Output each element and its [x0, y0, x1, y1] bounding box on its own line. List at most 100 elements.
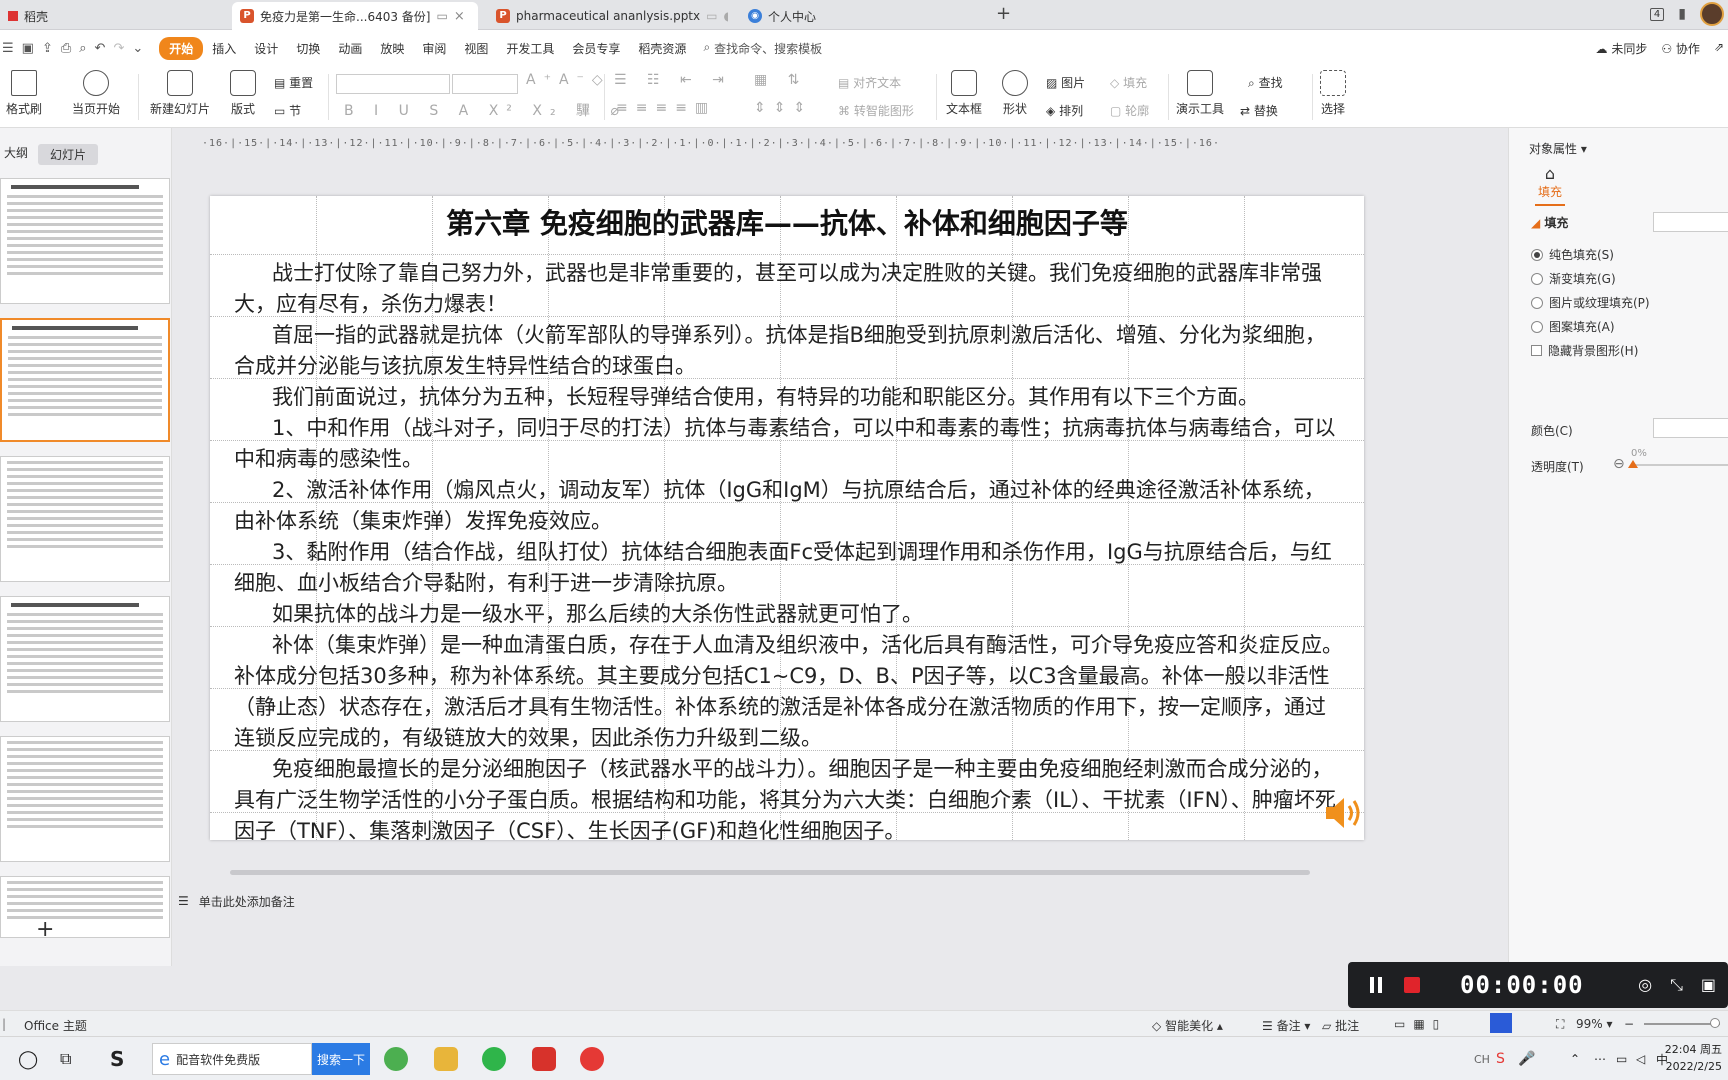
- menu-slideshow[interactable]: 放映: [371, 40, 413, 57]
- slide[interactable]: 第六章 免疫细胞的武器库——抗体、补体和细胞因子等 战士打仗除了靠自己努力外，武…: [210, 196, 1364, 840]
- solid-fill-radio[interactable]: 纯色填充(S): [1531, 246, 1614, 263]
- new-slide-button[interactable]: 新建幻灯片: [150, 70, 210, 117]
- zoom-level[interactable]: 99% ▾: [1576, 1017, 1613, 1031]
- window-icon[interactable]: ▭: [706, 9, 717, 23]
- theme-name[interactable]: Office 主题: [24, 1017, 87, 1034]
- export-icon[interactable]: ⇪: [42, 41, 53, 56]
- menu-animation[interactable]: 动画: [329, 40, 371, 57]
- picture-button[interactable]: ▨ 图片: [1046, 74, 1085, 91]
- redo-icon[interactable]: ↷: [113, 41, 124, 56]
- tab-doc2[interactable]: P pharmaceutical ananlysis.pptx ▭ ●: [488, 2, 728, 30]
- convert-smartart-button[interactable]: ⌘ 转智能图形: [838, 102, 914, 119]
- section-button[interactable]: ▭ 节: [274, 102, 301, 119]
- smart-beautify-button[interactable]: ◇ 智能美化 ▴: [1152, 1017, 1223, 1034]
- textbox-button[interactable]: 文本框: [946, 70, 982, 117]
- start-circle-icon[interactable]: ◯: [18, 1037, 38, 1080]
- minus-icon[interactable]: ⊖: [1613, 456, 1625, 472]
- menu-daoke[interactable]: 稻壳资源: [629, 40, 695, 57]
- print-icon[interactable]: ⎙: [61, 41, 71, 56]
- horizontal-scrollbar[interactable]: [180, 868, 1360, 876]
- find-button[interactable]: ⌕ 查找: [1248, 74, 1283, 91]
- replace-button[interactable]: ⇄ 替换: [1240, 102, 1278, 119]
- pause-button[interactable]: [1370, 977, 1384, 993]
- tab-outline[interactable]: 大纲: [4, 144, 28, 161]
- outline-button[interactable]: ▢ 轮廓: [1110, 102, 1149, 119]
- tray-ch-icon[interactable]: CH: [1474, 1037, 1490, 1080]
- browser-icon[interactable]: [384, 1047, 408, 1071]
- font-size-select[interactable]: [452, 74, 518, 94]
- zoom-thumb[interactable]: [1710, 1018, 1720, 1028]
- tab-slides[interactable]: 幻灯片: [38, 144, 99, 165]
- picture-fill-radio[interactable]: 图片或纹理填充(P): [1531, 294, 1650, 311]
- menu-insert[interactable]: 插入: [203, 40, 245, 57]
- list-buttons[interactable]: ☰ ☷ ⇤ ⇥: [614, 72, 732, 88]
- fill-button[interactable]: ◇ 填充: [1110, 74, 1147, 91]
- color-select[interactable]: [1653, 418, 1728, 438]
- task-view-icon[interactable]: ⧉: [60, 1037, 71, 1080]
- arrange-button[interactable]: ◈ 排列: [1046, 102, 1083, 119]
- notes-button[interactable]: ☰ 备注 ▾: [1262, 1017, 1310, 1034]
- pattern-fill-radio[interactable]: 图案填充(A): [1531, 318, 1615, 335]
- avatar[interactable]: [1700, 2, 1724, 26]
- recorder-app-icon[interactable]: [580, 1047, 604, 1071]
- hide-background-checkbox[interactable]: 隐藏背景图形(H): [1531, 342, 1638, 359]
- text-direction-buttons[interactable]: ▦ ⇅: [754, 72, 807, 88]
- tab-home[interactable]: 稻壳: [0, 2, 110, 30]
- undo-icon[interactable]: ↶: [95, 41, 106, 56]
- menu-developer[interactable]: 开发工具: [497, 40, 563, 57]
- clock[interactable]: 22:04 周五 2022/2/25: [1665, 1041, 1722, 1075]
- font-size-buttons[interactable]: A⁺A⁻◇: [526, 72, 611, 88]
- tab-doc1[interactable]: P 免疫力是第一生命...6403 备份] ▭ ×: [232, 2, 478, 30]
- wps-icon[interactable]: [532, 1047, 556, 1071]
- save-icon[interactable]: ▣: [22, 41, 34, 56]
- tab-fill[interactable]: ⌂ 填充: [1535, 164, 1565, 206]
- add-slide-button[interactable]: +: [36, 917, 54, 942]
- zoom-out-icon[interactable]: −: [1624, 1017, 1634, 1031]
- slide-body-text[interactable]: 战士打仗除了靠自己努力外，武器也是非常重要的，甚至可以成为决定胜败的关键。我们免…: [234, 258, 1344, 840]
- microphone-icon[interactable]: 🎤: [1518, 1037, 1535, 1080]
- comments-button[interactable]: ▱ 批注: [1322, 1017, 1359, 1034]
- close-icon[interactable]: ×: [454, 9, 465, 24]
- font-name-select[interactable]: [336, 74, 450, 94]
- file-icon[interactable]: ☰: [2, 41, 14, 56]
- play-current-button[interactable]: 当页开始: [72, 70, 120, 117]
- menu-icon[interactable]: ▮: [1678, 6, 1686, 22]
- fill-select[interactable]: [1653, 212, 1728, 232]
- slide-thumbnail[interactable]: [0, 456, 170, 582]
- sync-button[interactable]: ☁ 未同步: [1595, 40, 1647, 57]
- spacing-buttons[interactable]: ⇕⇕⇕: [754, 100, 813, 116]
- command-search[interactable]: ⌕ 查找命令、搜索模板: [703, 40, 822, 57]
- s-app-icon[interactable]: S: [110, 1037, 124, 1080]
- slide-thumbnail[interactable]: [0, 178, 170, 304]
- wechat-icon[interactable]: [482, 1047, 506, 1071]
- stop-button[interactable]: [1404, 977, 1420, 993]
- folder-icon[interactable]: [434, 1047, 458, 1071]
- tab-doc3[interactable]: ◉ 个人中心: [740, 2, 860, 30]
- slide-thumbnail[interactable]: [0, 596, 170, 722]
- gradient-fill-radio[interactable]: 渐变填充(G): [1531, 270, 1616, 287]
- reset-button[interactable]: ▤ 重置: [274, 74, 313, 91]
- slide-title[interactable]: 第六章 免疫细胞的武器库——抗体、补体和细胞因子等: [210, 202, 1364, 242]
- menu-view[interactable]: 视图: [455, 40, 497, 57]
- window-count-badge[interactable]: 4: [1649, 7, 1665, 21]
- slide-thumbnail-selected[interactable]: [0, 318, 170, 442]
- menu-review[interactable]: 审阅: [413, 40, 455, 57]
- new-tab-button[interactable]: +: [996, 3, 1011, 24]
- slideshow-button[interactable]: [1490, 1013, 1512, 1033]
- slider-thumb[interactable]: [1628, 460, 1638, 468]
- fit-icon[interactable]: ⛶: [1556, 1017, 1564, 1032]
- chevron-down-icon[interactable]: ⌄: [132, 41, 143, 56]
- camera-toggle-icon[interactable]: ◎: [1638, 975, 1652, 995]
- screenshot-icon[interactable]: ▣: [1701, 975, 1716, 995]
- collab-button[interactable]: ⚇ 协作: [1661, 40, 1700, 57]
- fill-section-header[interactable]: ◢ 填充: [1531, 214, 1568, 231]
- tray-arrow-icon[interactable]: ⌃: [1570, 1037, 1580, 1080]
- select-button[interactable]: 选择: [1320, 70, 1346, 117]
- shape-button[interactable]: 形状: [1002, 70, 1028, 117]
- network-icon[interactable]: ▭: [1616, 1037, 1627, 1080]
- font-style-buttons[interactable]: B I U S A X² X₂ 驆 ⌀: [344, 100, 627, 120]
- menu-home[interactable]: 开始: [159, 36, 204, 60]
- tray-s-icon[interactable]: S: [1496, 1037, 1505, 1080]
- view-buttons[interactable]: ▭▦▯: [1394, 1017, 1447, 1031]
- presenter-tools-button[interactable]: 演示工具: [1176, 70, 1224, 117]
